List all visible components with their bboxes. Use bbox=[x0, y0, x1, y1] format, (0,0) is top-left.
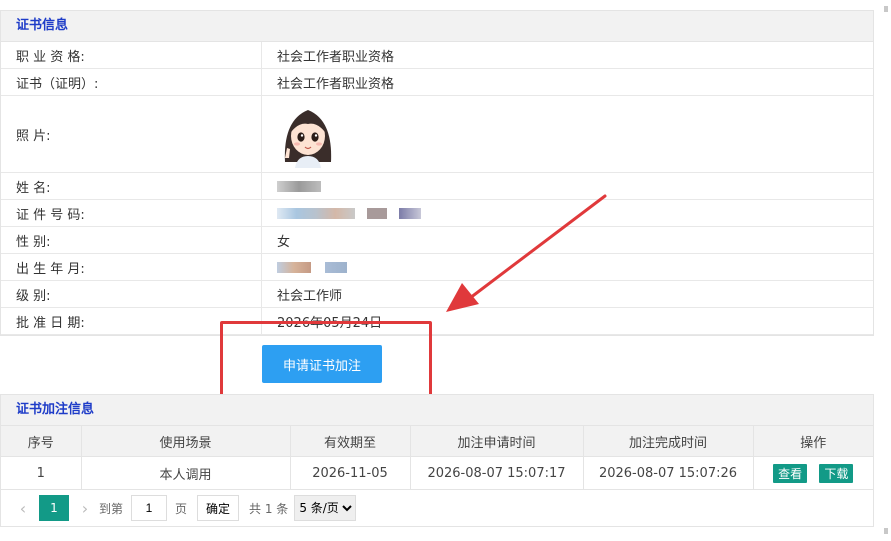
pagination: ‹ 1 › 到第 页 确定 共 1 条 5 条/页 bbox=[1, 490, 873, 526]
col-valid-until: 有效期至 bbox=[290, 426, 411, 457]
value-certificate: 社会工作者职业资格 bbox=[261, 68, 873, 96]
col-scene: 使用场景 bbox=[81, 426, 291, 457]
annot-table-header: 序号 使用场景 有效期至 加注申请时间 加注完成时间 操作 bbox=[1, 426, 873, 457]
total-count: 共 1 条 bbox=[249, 501, 289, 516]
cert-info-panel: 证书信息 职 业 资 格: 社会工作者职业资格 证书（证明）: 社会工作者职业资… bbox=[0, 10, 874, 336]
row-birth: 出 生 年 月: bbox=[1, 253, 873, 281]
value-level: 社会工作师 bbox=[261, 280, 873, 308]
label-photo: 照 片: bbox=[1, 95, 262, 173]
row-id-number: 证 件 号 码: bbox=[1, 199, 873, 227]
cell-scene: 本人调用 bbox=[81, 456, 291, 490]
cell-apply-time: 2026-08-07 15:07:17 bbox=[410, 456, 584, 490]
value-qualification: 社会工作者职业资格 bbox=[261, 42, 873, 69]
table-row: 1 本人调用 2026-11-05 2026-08-07 15:07:17 20… bbox=[1, 456, 873, 490]
view-button[interactable]: 查看 bbox=[773, 463, 808, 483]
cell-done-time: 2026-08-07 15:07:26 bbox=[583, 456, 754, 490]
cell-actions: 查看 下载 bbox=[753, 456, 873, 490]
highlight-box bbox=[220, 321, 432, 405]
current-page-button[interactable]: 1 bbox=[39, 495, 69, 521]
row-name: 姓 名: bbox=[1, 172, 873, 200]
label-id-number: 证 件 号 码: bbox=[1, 199, 262, 227]
value-photo bbox=[261, 95, 873, 173]
page-size-select[interactable]: 5 条/页 bbox=[294, 495, 357, 521]
value-id-number-redacted bbox=[261, 199, 873, 227]
label-birth: 出 生 年 月: bbox=[1, 253, 262, 281]
download-button[interactable]: 下载 bbox=[819, 463, 854, 483]
label-qualification: 职 业 资 格: bbox=[1, 42, 262, 69]
col-apply-time: 加注申请时间 bbox=[410, 426, 584, 457]
annot-info-panel: 证书加注信息 序号 使用场景 有效期至 加注申请时间 加注完成时间 操作 1 本… bbox=[0, 394, 874, 527]
row-qualification: 职 业 资 格: 社会工作者职业资格 bbox=[1, 42, 873, 69]
goto-page-input[interactable] bbox=[131, 495, 168, 521]
next-page-button[interactable]: › bbox=[75, 499, 95, 518]
row-photo: 照 片: bbox=[1, 95, 873, 173]
value-gender: 女 bbox=[261, 226, 873, 254]
cert-info-table: 职 业 资 格: 社会工作者职业资格 证书（证明）: 社会工作者职业资格 照 片… bbox=[1, 42, 873, 335]
annot-table: 序号 使用场景 有效期至 加注申请时间 加注完成时间 操作 1 本人调用 202… bbox=[1, 426, 873, 490]
row-level: 级 别: 社会工作师 bbox=[1, 280, 873, 308]
col-index: 序号 bbox=[1, 426, 82, 457]
annot-info-title: 证书加注信息 bbox=[1, 395, 873, 426]
col-actions: 操作 bbox=[753, 426, 873, 457]
value-name-redacted bbox=[261, 172, 873, 200]
label-name: 姓 名: bbox=[1, 172, 262, 200]
label-level: 级 别: bbox=[1, 280, 262, 308]
label-gender: 性 别: bbox=[1, 226, 262, 254]
page-unit-label: 页 bbox=[175, 501, 188, 516]
row-gender: 性 别: 女 bbox=[1, 226, 873, 254]
confirm-button[interactable]: 确定 bbox=[197, 495, 240, 521]
row-certificate: 证书（证明）: 社会工作者职业资格 bbox=[1, 68, 873, 96]
cell-index: 1 bbox=[1, 456, 82, 490]
label-certificate: 证书（证明）: bbox=[1, 68, 262, 96]
avatar bbox=[277, 100, 339, 168]
row-approve-date: 批 准 日 期: 2026年05月24日 bbox=[1, 307, 873, 335]
prev-page-button[interactable]: ‹ bbox=[13, 499, 33, 518]
scrollbar[interactable] bbox=[881, 0, 891, 541]
goto-label: 到第 bbox=[99, 501, 124, 516]
cell-valid-until: 2026-11-05 bbox=[290, 456, 411, 490]
col-done-time: 加注完成时间 bbox=[583, 426, 754, 457]
cert-info-title: 证书信息 bbox=[1, 11, 873, 42]
value-birth-redacted bbox=[261, 253, 873, 281]
